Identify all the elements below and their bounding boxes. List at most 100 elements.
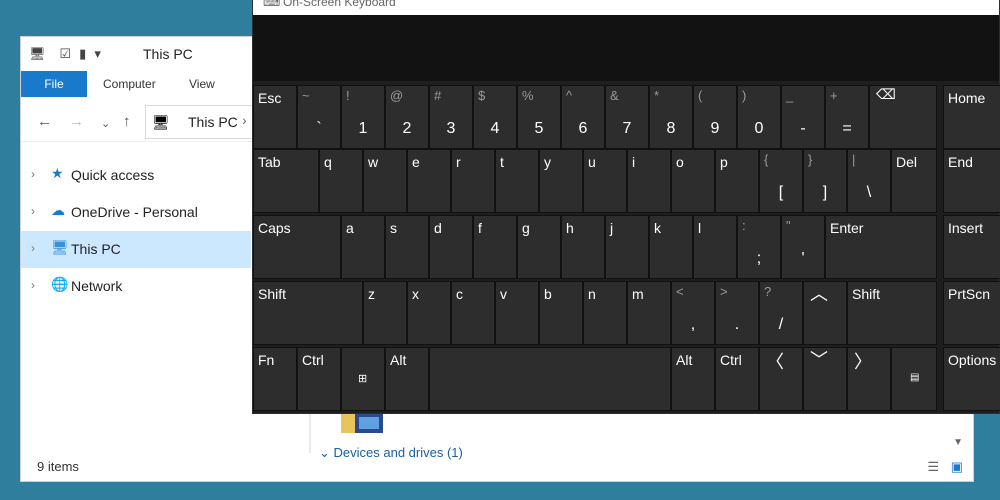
key-up-arrow[interactable]: ︿	[803, 281, 847, 345]
key-space[interactable]	[429, 347, 671, 411]
key-fn[interactable]: Fn	[253, 347, 297, 411]
key-i[interactable]: i	[627, 149, 671, 213]
nav-item-network[interactable]: › 🌐 Network	[21, 268, 251, 305]
key-shift-left[interactable]: Shift	[253, 281, 363, 345]
key-a[interactable]: a	[341, 215, 385, 279]
key-h[interactable]: h	[561, 215, 605, 279]
key-r[interactable]: r	[451, 149, 495, 213]
chevron-down-icon[interactable]: ⌄	[319, 445, 334, 460]
chevron-right-icon[interactable]: ›	[31, 241, 35, 255]
key-5[interactable]: % 5	[517, 85, 561, 149]
chevron-right-icon[interactable]: ›	[31, 204, 35, 218]
key-prtscn[interactable]: PrtScn	[943, 281, 1000, 345]
key-insert[interactable]: Insert	[943, 215, 1000, 279]
address-bar[interactable]: 🖥 This PC ›	[145, 105, 265, 139]
key-caps[interactable]: Caps	[253, 215, 341, 279]
nav-item-onedrive[interactable]: › ☁ OneDrive - Personal	[21, 194, 251, 231]
key-q[interactable]: q	[319, 149, 363, 213]
nav-item-quick-access[interactable]: › ★ Quick access	[21, 157, 251, 194]
recent-locations-icon[interactable]: ⌄	[101, 117, 110, 130]
key-options[interactable]: Options	[943, 347, 1000, 411]
key-p[interactable]: p	[715, 149, 759, 213]
key-6[interactable]: ^ 6	[561, 85, 605, 149]
key-equals[interactable]: + =	[825, 85, 869, 149]
chevron-right-icon[interactable]: ›	[31, 167, 35, 181]
osk-title-bar[interactable]: ⌨ On-Screen Keyboard	[253, 0, 999, 15]
key-v[interactable]: v	[495, 281, 539, 345]
chevron-right-icon[interactable]: ›	[31, 278, 35, 292]
key-minus[interactable]: _ -	[781, 85, 825, 149]
key-9[interactable]: (9	[693, 85, 737, 149]
key-down-arrow[interactable]: ﹀	[803, 347, 847, 411]
key-2[interactable]: @2	[385, 85, 429, 149]
tab-computer[interactable]: Computer	[103, 71, 156, 97]
key-g[interactable]: g	[517, 215, 561, 279]
key-enter[interactable]: Enter	[825, 215, 937, 279]
key-3[interactable]: #3	[429, 85, 473, 149]
up-arrow-icon[interactable]: ↑	[123, 113, 131, 130]
key-l[interactable]: l	[693, 215, 737, 279]
key-b[interactable]: b	[539, 281, 583, 345]
key-home[interactable]: Home	[943, 85, 1000, 149]
key-z[interactable]: z	[363, 281, 407, 345]
key-right-arrow[interactable]: 〉	[847, 347, 891, 411]
key-x[interactable]: x	[407, 281, 451, 345]
key-left-arrow[interactable]: 〈	[759, 347, 803, 411]
properties-icon[interactable]: ☑	[60, 46, 72, 62]
key-backslash[interactable]: | \	[847, 149, 891, 213]
key-ctrl-left[interactable]: Ctrl	[297, 347, 341, 411]
key-1[interactable]: ! 1	[341, 85, 385, 149]
key-quote[interactable]: " '	[781, 215, 825, 279]
key-e[interactable]: e	[407, 149, 451, 213]
tab-view[interactable]: View	[189, 71, 215, 97]
key-s[interactable]: s	[385, 215, 429, 279]
key-n[interactable]: n	[583, 281, 627, 345]
key-ctrl-right[interactable]: Ctrl	[715, 347, 759, 411]
key-right-bracket[interactable]: }]	[803, 149, 847, 213]
key-comma[interactable]: <,	[671, 281, 715, 345]
key-0[interactable]: ) 0	[737, 85, 781, 149]
key-t[interactable]: t	[495, 149, 539, 213]
key-windows[interactable]: ⊞	[341, 347, 385, 411]
key-4[interactable]: $4	[473, 85, 517, 149]
key-j[interactable]: j	[605, 215, 649, 279]
key-m[interactable]: m	[627, 281, 671, 345]
back-arrow-icon[interactable]: ←	[37, 113, 52, 130]
details-view-icon[interactable]: ☰	[927, 459, 939, 474]
key-alt-left[interactable]: Alt	[385, 347, 429, 411]
key-o[interactable]: o	[671, 149, 715, 213]
key-alt-right[interactable]: Alt	[671, 347, 715, 411]
chevron-right-icon[interactable]: ›	[242, 112, 247, 128]
key-label: s	[390, 220, 397, 236]
key-period[interactable]: >.	[715, 281, 759, 345]
new-folder-icon[interactable]: ▮	[79, 46, 86, 62]
key-c[interactable]: c	[451, 281, 495, 345]
nav-item-this-pc[interactable]: › 🖥 This PC	[21, 231, 251, 268]
tab-file[interactable]: File	[21, 71, 87, 97]
forward-arrow-icon[interactable]: →	[69, 113, 84, 130]
key-esc[interactable]: Esc	[253, 85, 297, 149]
key-f[interactable]: f	[473, 215, 517, 279]
key-tab[interactable]: Tab	[253, 149, 319, 213]
dropdown-icon[interactable]: ▾	[94, 46, 101, 62]
key-backspace[interactable]: ⌫	[869, 85, 937, 149]
large-icons-view-icon[interactable]: ▣	[951, 459, 963, 474]
key-8[interactable]: * 8	[649, 85, 693, 149]
key-slash[interactable]: ? /	[759, 281, 803, 345]
key-y[interactable]: y	[539, 149, 583, 213]
key-w[interactable]: w	[363, 149, 407, 213]
section-devices-and-drives[interactable]: ⌄ Devices and drives (1)	[319, 445, 463, 461]
key-menu[interactable]: ▤	[891, 347, 937, 411]
key-k[interactable]: k	[649, 215, 693, 279]
key-7[interactable]: & 7	[605, 85, 649, 149]
key-semicolon[interactable]: :;	[737, 215, 781, 279]
pc-icon[interactable]: 🖥	[29, 46, 46, 62]
key-left-bracket[interactable]: {[	[759, 149, 803, 213]
key-shift-right[interactable]: Shift	[847, 281, 937, 345]
scroll-down-arrow-icon[interactable]: ▼	[953, 437, 963, 448]
key-backtick[interactable]: ~ `	[297, 85, 341, 149]
key-d[interactable]: d	[429, 215, 473, 279]
key-del[interactable]: Del	[891, 149, 937, 213]
key-end[interactable]: End	[943, 149, 1000, 213]
key-u[interactable]: u	[583, 149, 627, 213]
